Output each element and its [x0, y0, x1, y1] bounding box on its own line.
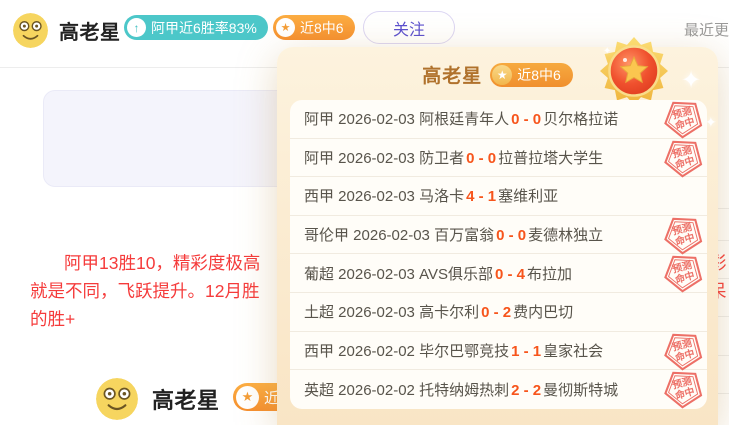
match-text: 葡超 2026-02-03 AVS俱乐部0 - 4布拉加 — [304, 263, 572, 284]
match-score: 0 - 0 — [464, 150, 498, 167]
match-row[interactable]: 葡超 2026-02-03 AVS俱乐部0 - 4布拉加 预测 命中 — [290, 254, 707, 293]
match-score: 0 - 4 — [493, 266, 527, 283]
match-score: 1 - 1 — [509, 343, 543, 360]
match-row[interactable]: 哥伦甲 2026-02-03 百万富翁0 - 0麦德林独立 预测 命中 — [290, 216, 707, 255]
match-row[interactable]: 英超 2026-02-02 托特纳姆热刺2 - 2曼彻斯特城 预测 命中 — [290, 370, 707, 409]
match-score: 2 - 2 — [509, 382, 543, 399]
match-row[interactable]: 阿甲 2026-02-03 防卫者0 - 0拉普拉塔大学生 预测 命中 — [290, 139, 707, 178]
match-row[interactable]: 西甲 2026-02-02 毕尔巴鄂竞技1 - 1皇家社会 预测 命中 — [290, 332, 707, 371]
up-arrow-icon: ↑ — [127, 18, 146, 37]
match-row[interactable]: 阿甲 2026-02-03 阿根廷青年人0 - 0贝尔格拉诺 预测 命中 — [290, 100, 707, 139]
match-text: 西甲 2026-02-03 马洛卡4 - 1塞维利亚 — [304, 185, 558, 206]
prediction-hit-stamp-icon: 预测 命中 — [661, 366, 706, 411]
hit-streak-badge-label: 近8中6 — [300, 18, 344, 38]
star-icon: ★ — [276, 18, 295, 37]
star-icon: ★ — [236, 386, 259, 409]
match-text: 西甲 2026-02-02 毕尔巴鄂竞技1 - 1皇家社会 — [304, 340, 603, 361]
match-score: 0 - 0 — [509, 111, 543, 128]
star-icon: ★ — [492, 65, 512, 85]
expert-name[interactable]: 高老星 — [59, 16, 121, 45]
sparkle-icon: ✦ — [681, 69, 701, 93]
popup-hit-badge: ★ 近8中6 — [490, 63, 573, 87]
match-score: 0 - 2 — [479, 304, 513, 321]
match-score: 0 - 0 — [494, 227, 528, 244]
match-text: 英超 2026-02-02 托特纳姆热刺2 - 2曼彻斯特城 — [304, 379, 618, 400]
expert-name[interactable]: 高老星 — [152, 383, 220, 415]
match-text: 阿甲 2026-02-03 阿根廷青年人0 - 0贝尔格拉诺 — [304, 108, 618, 129]
popup-title: 高老星 — [422, 61, 482, 88]
match-score: 4 - 1 — [464, 188, 498, 205]
follow-button[interactable]: 关注 — [363, 11, 455, 44]
win-rate-badge: ↑ 阿甲近6胜率83% — [124, 15, 268, 40]
match-row[interactable]: 土超 2026-02-03 高卡尔利0 - 2费内巴切 预测 命中 — [290, 293, 707, 332]
win-rate-badge-label: 阿甲近6胜率83% — [151, 18, 257, 38]
match-text: 土超 2026-02-03 高卡尔利0 - 2费内巴切 — [304, 301, 573, 322]
hit-streak-badge: ★ 近8中6 — [273, 15, 355, 40]
user-avatar[interactable] — [13, 13, 48, 48]
record-popup: 高老星 ★ 近8中6 ✦ ✦ ✦ — [277, 47, 718, 425]
sparkle-icon: ✦ — [603, 47, 611, 57]
popup-hit-badge-label: 近8中6 — [517, 65, 561, 85]
prediction-hit-stamp-icon: 预测 命中 — [661, 250, 706, 295]
user-avatar[interactable] — [96, 378, 138, 420]
recent-update-label: 最近更新 — [684, 19, 729, 40]
prediction-hit-stamp-icon: 预测 命中 — [661, 135, 706, 180]
match-text: 哥伦甲 2026-02-03 百万富翁0 - 0麦德林独立 — [304, 224, 603, 245]
match-row[interactable]: 西甲 2026-02-03 马洛卡4 - 1塞维利亚 预测 命中 — [290, 177, 707, 216]
match-text: 阿甲 2026-02-03 防卫者0 - 0拉普拉塔大学生 — [304, 147, 603, 168]
match-result-list: 阿甲 2026-02-03 阿根廷青年人0 - 0贝尔格拉诺 预测 命中 阿甲 … — [290, 100, 707, 409]
page: 高老星 ↑ 阿甲近6胜率83% ★ 近8中6 关注 最近更新 阿甲13胜10，精… — [0, 0, 729, 425]
